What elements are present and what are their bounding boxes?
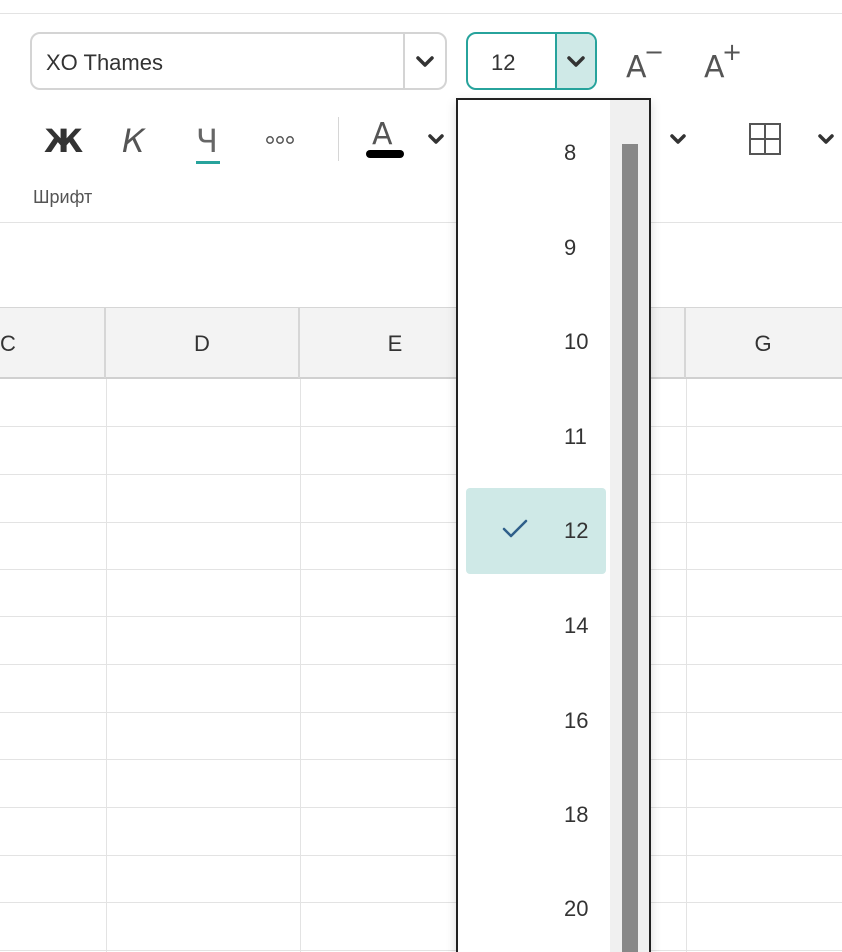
table-row[interactable]: [0, 855, 842, 903]
column-header-g[interactable]: G: [686, 308, 842, 378]
chevron-down-icon[interactable]: [405, 34, 445, 88]
font-size-dropdown-button[interactable]: [557, 34, 595, 88]
column-header-c[interactable]: C: [0, 308, 106, 378]
check-icon: [502, 518, 528, 540]
font-size-option-label: 16: [564, 708, 589, 733]
table-row[interactable]: [0, 760, 842, 808]
font-size-option-label: 8: [564, 140, 577, 165]
font-size-dropdown-list[interactable]: 8 9 10 11 12 14 16 18 20: [456, 98, 651, 952]
font-size-option-10[interactable]: 10: [466, 299, 606, 385]
font-size-option-20[interactable]: 20: [466, 866, 606, 952]
dropdown-scrollbar[interactable]: [610, 100, 649, 952]
font-name-value[interactable]: XO Thames: [46, 50, 163, 76]
column-header-d-label: D: [194, 331, 210, 356]
font-size-option-label: 18: [564, 802, 589, 827]
column-header-row: C D E F G: [0, 307, 842, 379]
formula-bar-area[interactable]: [0, 223, 842, 307]
font-size-option-label: 11: [564, 424, 587, 449]
font-size-option-label: 20: [564, 896, 589, 921]
decrease-font-size-button[interactable]: A −: [620, 38, 665, 85]
borders-icon: [749, 123, 834, 155]
column-gridline: [106, 379, 107, 952]
table-row[interactable]: [0, 808, 842, 856]
italic-button[interactable]: К: [112, 108, 158, 168]
more-icon: [266, 136, 294, 144]
underline-button[interactable]: Ч: [186, 108, 236, 168]
table-row[interactable]: [0, 665, 842, 713]
dropdown-scrollbar-thumb[interactable]: [622, 144, 638, 952]
column-header-c-label: C: [0, 331, 16, 356]
font-size-combobox[interactable]: 12: [466, 32, 597, 90]
table-row[interactable]: [0, 712, 842, 760]
font-size-option-16[interactable]: 16: [466, 678, 606, 764]
column-header-e-label: E: [387, 331, 403, 356]
table-row[interactable]: [0, 427, 842, 475]
increase-font-size-sign: +: [722, 38, 743, 66]
table-row[interactable]: [0, 903, 842, 951]
font-size-option-label: 12: [564, 518, 589, 543]
bold-button[interactable]: Ж: [36, 108, 84, 168]
table-row[interactable]: [0, 379, 842, 427]
font-size-option-8[interactable]: 8: [466, 110, 606, 196]
more-formatting-button[interactable]: [262, 108, 302, 168]
font-color-icon: A: [366, 117, 444, 158]
font-group-label: Шрифт: [33, 187, 93, 207]
column-header-d[interactable]: D: [106, 308, 300, 378]
ribbon-top-divider: [0, 13, 842, 14]
font-size-option-label: 10: [564, 329, 589, 354]
font-color-button[interactable]: A: [362, 108, 452, 168]
bold-glyph: Ж: [44, 122, 84, 160]
font-size-option-12[interactable]: 12: [466, 488, 606, 574]
underline-glyph: Ч: [196, 122, 218, 160]
increase-font-size-button[interactable]: A +: [698, 38, 743, 85]
table-row[interactable]: [0, 522, 842, 570]
ribbon: XO Thames 12 A − A + Ж К Ч A Шрифт: [0, 0, 842, 223]
font-name-combobox[interactable]: XO Thames: [30, 32, 447, 90]
spreadsheet-window: XO Thames 12 A − A + Ж К Ч A Шрифт C D E…: [0, 0, 842, 952]
column-gridline: [300, 379, 301, 952]
font-size-option-9[interactable]: 9: [466, 205, 606, 291]
font-size-option-14[interactable]: 14: [466, 583, 606, 669]
decrease-font-size-sign: −: [644, 38, 665, 66]
font-size-option-label: 9: [564, 235, 577, 260]
font-size-option-18[interactable]: 18: [466, 772, 606, 858]
borders-button[interactable]: [742, 108, 842, 168]
column-header-g-label: G: [754, 331, 772, 356]
svg-text:A: A: [372, 117, 393, 152]
toolbar-separator: [338, 117, 339, 161]
font-size-option-label: 14: [564, 613, 589, 638]
table-row[interactable]: [0, 617, 842, 665]
table-row[interactable]: [0, 569, 842, 617]
column-gridline: [686, 379, 687, 952]
table-row[interactable]: [0, 475, 842, 523]
font-size-value[interactable]: 12: [491, 50, 515, 76]
chevron-down-icon: [567, 56, 585, 67]
font-size-option-11[interactable]: 11: [466, 394, 606, 480]
cell-grid[interactable]: [0, 379, 842, 952]
italic-glyph: К: [122, 122, 145, 160]
underline-accent-bar: [196, 161, 220, 164]
